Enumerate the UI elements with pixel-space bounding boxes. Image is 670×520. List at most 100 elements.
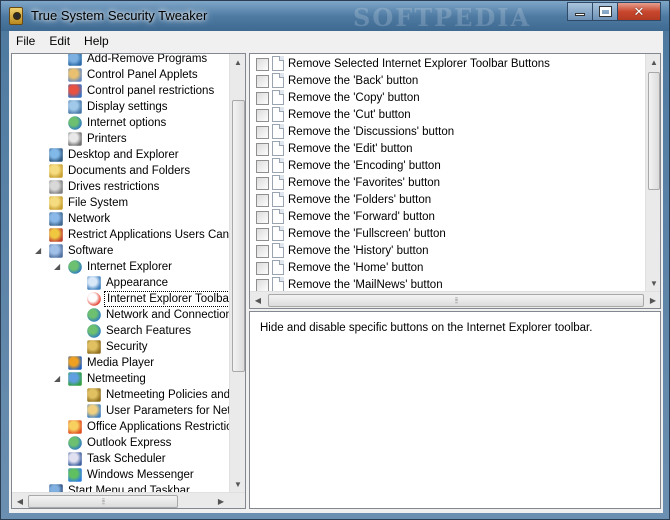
tree-item[interactable]: Control Panel Applets (12, 67, 230, 83)
scroll-up-icon[interactable]: ▲ (230, 54, 245, 70)
close-icon: ✕ (633, 3, 645, 19)
expander-icon[interactable]: ◢ (54, 374, 60, 383)
options-vertical-scrollbar[interactable]: ▲ ▼ (645, 54, 660, 291)
title-bar[interactable]: True System Security Tweaker SOFTPEDIA ✕ (1, 1, 669, 32)
tree-item[interactable]: Control panel restrictions (12, 83, 230, 99)
option-row[interactable]: Remove the 'Back' button (250, 72, 646, 89)
option-row[interactable]: Remove the 'Discussions' button (250, 123, 646, 140)
option-checkbox[interactable] (256, 228, 269, 241)
tree-vscroll-thumb[interactable] (232, 100, 245, 372)
tree-vertical-scrollbar[interactable]: ▲ ▼ (229, 54, 245, 492)
option-checkbox[interactable] (256, 211, 269, 224)
tree-item[interactable]: Desktop and Explorer (12, 147, 230, 163)
tree-item[interactable]: User Parameters for Net (12, 403, 231, 419)
menu-edit[interactable]: Edit (42, 31, 77, 51)
menu-bar: File Edit Help (9, 31, 663, 51)
option-label: Remove the 'Back' button (288, 75, 419, 87)
menu-help[interactable]: Help (77, 31, 116, 51)
option-row[interactable]: Remove the 'Edit' button (250, 140, 646, 157)
option-row[interactable]: Remove Selected Internet Explorer Toolba… (250, 55, 646, 72)
options-hscroll-thumb[interactable]: ⦙⦙⦙ (268, 294, 644, 307)
option-row[interactable]: Remove the 'Encoding' button (250, 157, 646, 174)
option-row[interactable]: Remove the 'Forward' button (250, 208, 646, 225)
tree-item[interactable]: Network (12, 211, 230, 227)
expander-icon[interactable]: ◢ (35, 246, 41, 255)
tree-item[interactable]: Search Features (12, 323, 230, 339)
option-label: Remove Selected Internet Explorer Toolba… (288, 58, 550, 70)
scroll-right-icon[interactable]: ▶ (213, 493, 229, 508)
tree-horizontal-scrollbar[interactable]: ◀ ⦙⦙⦙ ▶ (12, 492, 245, 508)
maximize-button[interactable] (592, 2, 618, 21)
maximize-icon (598, 6, 612, 17)
options-list: Remove Selected Internet Explorer Toolba… (249, 53, 661, 309)
option-checkbox[interactable] (256, 194, 269, 207)
options-horizontal-scrollbar[interactable]: ◀ ⦙⦙⦙ ▶ (250, 291, 660, 308)
category-tree: Add-Remove Programs Control Panel Applets… (11, 53, 246, 509)
option-row[interactable]: Remove the 'Favorites' button (250, 174, 646, 191)
option-checkbox[interactable] (256, 75, 269, 88)
scroll-down-icon[interactable]: ▼ (646, 275, 660, 291)
option-row[interactable]: Remove the 'Folders' button (250, 191, 646, 208)
tree-item[interactable]: ◢ Internet Explorer (12, 259, 230, 275)
tree-item-label: Network (68, 213, 111, 225)
scroll-down-icon[interactable]: ▼ (230, 476, 245, 492)
close-button[interactable]: ✕ (617, 2, 661, 21)
tree-item[interactable]: ◢ Software (12, 243, 230, 259)
option-row[interactable]: Remove the 'History' button (250, 242, 646, 259)
option-row[interactable]: Remove the 'Copy' button (250, 89, 646, 106)
tree-item[interactable]: ◢ Netmeeting (12, 371, 230, 387)
option-row[interactable]: Remove the 'Cut' button (250, 106, 646, 123)
tree-item[interactable]: Internet options (12, 115, 230, 131)
document-icon (272, 90, 284, 105)
tree-item-label: Drives restrictions (68, 181, 160, 193)
expander-icon[interactable]: ◢ (54, 262, 60, 271)
globe-icon (68, 116, 82, 130)
scroll-left-icon[interactable]: ◀ (250, 292, 266, 308)
scroll-up-icon[interactable]: ▲ (646, 54, 660, 70)
tree-item-label: Internet options (87, 117, 167, 129)
option-checkbox[interactable] (256, 177, 269, 190)
tree-item[interactable]: Restrict Applications Users Can Ru (12, 227, 245, 243)
option-label: Remove the 'History' button (288, 245, 429, 257)
tree-item[interactable]: Internet Explorer Toolbar (12, 291, 236, 307)
scroll-right-icon[interactable]: ▶ (645, 292, 660, 308)
option-checkbox[interactable] (256, 58, 269, 71)
document-icon (272, 277, 284, 292)
option-checkbox[interactable] (256, 262, 269, 275)
menu-file[interactable]: File (9, 31, 42, 51)
tree-item[interactable]: Appearance (12, 275, 230, 291)
tree-item[interactable]: Windows Messenger (12, 467, 230, 483)
tree-item[interactable]: Documents and Folders (12, 163, 230, 179)
document-icon (272, 175, 284, 190)
tree-item[interactable]: Network and Connections (12, 307, 238, 323)
tree-item[interactable]: Media Player (12, 355, 230, 371)
minimize-button[interactable] (567, 2, 593, 21)
option-checkbox[interactable] (256, 92, 269, 105)
tree-item-label: File System (68, 197, 129, 209)
tree-item-label: Office Applications Restrictions (87, 421, 245, 433)
scroll-left-icon[interactable]: ◀ (12, 493, 28, 508)
tree-item[interactable]: Display settings (12, 99, 230, 115)
tree-item[interactable]: Outlook Express (12, 435, 230, 451)
option-checkbox[interactable] (256, 160, 269, 173)
option-row[interactable]: Remove the 'Home' button (250, 259, 646, 276)
tree-item[interactable]: Task Scheduler (12, 451, 230, 467)
document-icon (272, 56, 284, 71)
tree-item[interactable]: File System (12, 195, 230, 211)
tree-item[interactable]: Netmeeting Policies and (12, 387, 230, 403)
option-checkbox[interactable] (256, 126, 269, 139)
tree-item[interactable]: Drives restrictions (12, 179, 230, 195)
option-row[interactable]: Remove the 'Fullscreen' button (250, 225, 646, 242)
tree-item[interactable]: Add-Remove Programs (12, 54, 230, 67)
tree-item[interactable]: Printers (12, 131, 230, 147)
tree-hscroll-thumb[interactable]: ⦙⦙⦙ (28, 495, 178, 508)
option-checkbox[interactable] (256, 143, 269, 156)
tree-item[interactable]: Security (12, 339, 230, 355)
options-vscroll-thumb[interactable] (648, 72, 660, 190)
printer-icon (68, 132, 82, 146)
option-checkbox[interactable] (256, 109, 269, 122)
option-checkbox[interactable] (256, 245, 269, 258)
tree-item[interactable]: Office Applications Restrictions (12, 419, 245, 435)
lock-icon (9, 7, 23, 25)
scheduler-icon (68, 452, 82, 466)
